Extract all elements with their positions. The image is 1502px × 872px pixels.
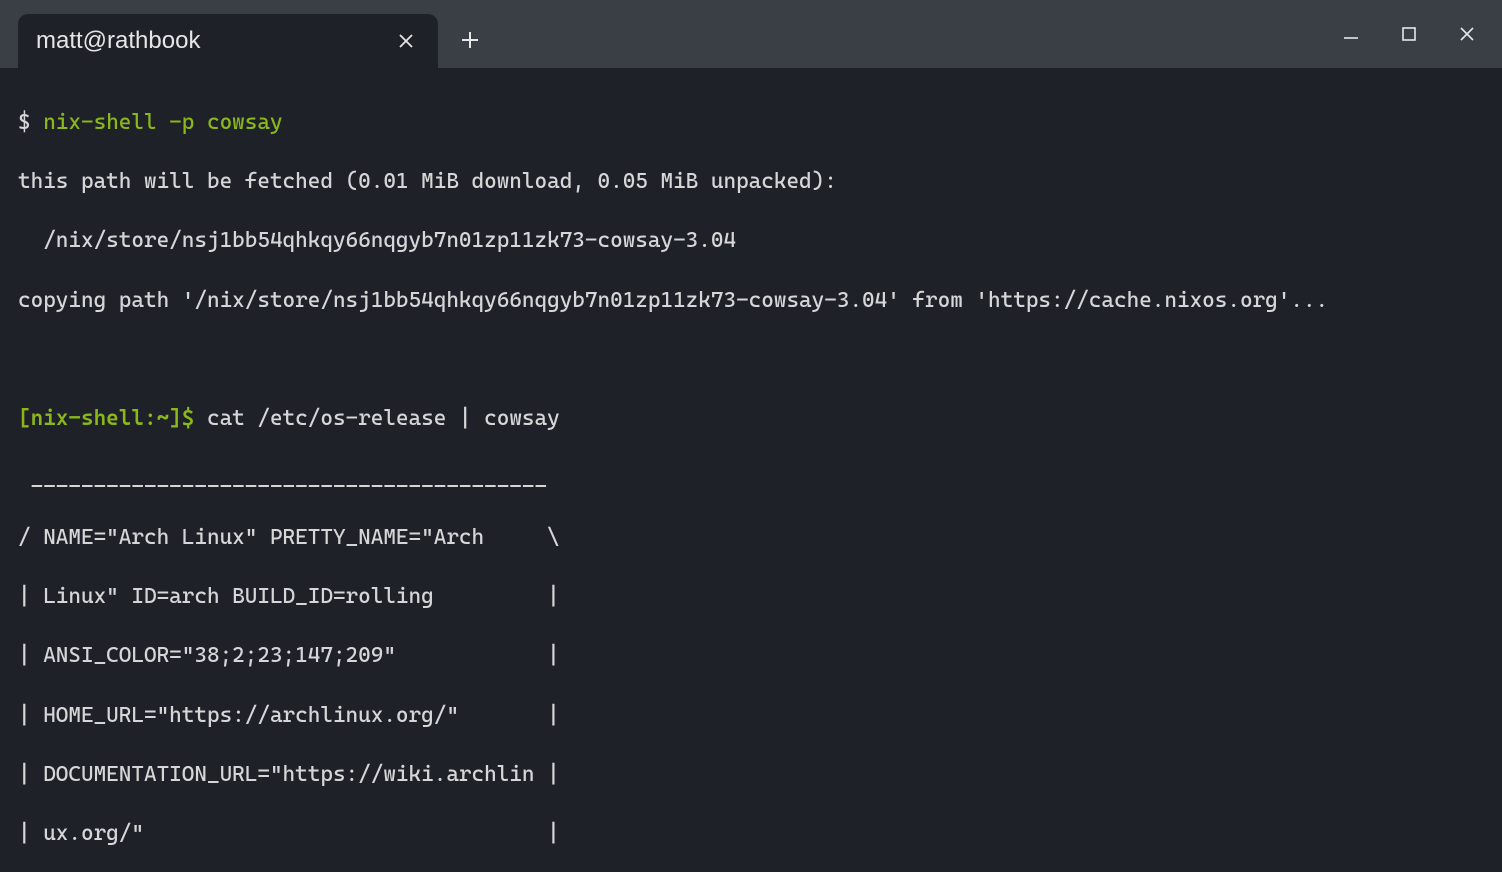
window-controls [1322,0,1496,68]
titlebar: matt@rathbook [0,0,1502,68]
maximize-icon [1402,27,1416,41]
close-window-button[interactable] [1438,10,1496,58]
output-line: /nix/store/nsj1bb54qhkqy66nqgyb7n01zp11z… [18,226,1484,256]
command-text: nix-shell -p cowsay [43,110,282,135]
cowsay-line: | HOME_URL="https://archlinux.org/" | [18,701,1484,731]
cowsay-line: | ANSI_COLOR="38;2;23;147;209" | [18,641,1484,671]
new-tab-button[interactable] [446,16,494,64]
blank-line [18,345,1484,375]
close-tab-button[interactable] [392,27,420,55]
output-line: this path will be fetched (0.01 MiB down… [18,167,1484,197]
minimize-icon [1343,26,1359,42]
cowsay-line: ________________________________________… [18,464,1484,494]
terminal-tab[interactable]: matt@rathbook [18,14,438,68]
cowsay-line: | ux.org/" | [18,819,1484,849]
terminal-output[interactable]: $ nix-shell -p cowsay this path will be … [0,68,1502,872]
cowsay-line: / NAME="Arch Linux" PRETTY_NAME="Arch \ [18,523,1484,553]
plus-icon [460,30,480,50]
cowsay-line: | DOCUMENTATION_URL="https://wiki.archli… [18,760,1484,790]
prompt-symbol: $ [18,110,43,135]
command-text: cat /etc/os-release | cowsay [194,406,559,431]
cowsay-line: | Linux" ID=arch BUILD_ID=rolling | [18,582,1484,612]
maximize-button[interactable] [1380,10,1438,58]
tab-title: matt@rathbook [36,24,200,57]
close-icon [1459,26,1475,42]
close-icon [399,34,413,48]
output-line: copying path '/nix/store/nsj1bb54qhkqy66… [18,286,1484,316]
minimize-button[interactable] [1322,10,1380,58]
nix-shell-prompt: [nix-shell:~]$ [18,406,194,431]
